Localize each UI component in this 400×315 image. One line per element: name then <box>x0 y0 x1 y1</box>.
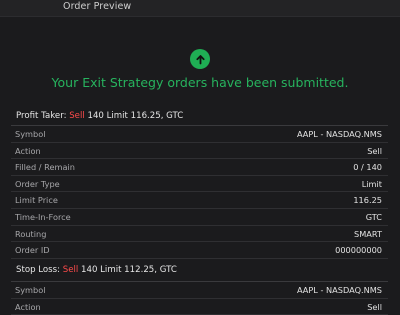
row-label: Order ID <box>15 245 50 256</box>
stop-loss-title-prefix: Stop Loss: <box>16 265 63 275</box>
row-value: Sell <box>367 145 382 156</box>
success-banner: Your Exit Strategy orders have been subm… <box>0 49 400 90</box>
profit-taker-side: Sell <box>69 111 85 121</box>
stop-loss-side: Sell <box>62 265 79 275</box>
row-value: SMART <box>354 228 382 239</box>
table-row: Routing SMART <box>11 226 388 243</box>
row-label: Filled / Remain <box>15 162 75 173</box>
row-label: Symbol <box>15 285 46 295</box>
profit-taker-table: Symbol AAPL - NASDAQ.NMS Action Sell Fil… <box>11 125 388 259</box>
table-row: Symbol AAPL - NASDAQ.NMS <box>11 126 388 143</box>
stop-loss-title: Stop Loss: Sell 140 Limit 112.25, GTC <box>16 265 177 275</box>
profit-taker-title-prefix: Profit Taker: <box>16 111 70 121</box>
row-value: 000000000 <box>335 245 382 256</box>
row-label: Time-In-Force <box>15 211 71 222</box>
table-row: Symbol AAPL - NASDAQ.NMS <box>11 282 388 299</box>
table-row: Filled / Remain 0 / 140 <box>11 159 388 176</box>
table-row: Order Type Limit <box>11 176 388 193</box>
title-bar: Order Preview <box>0 0 400 17</box>
row-value: AAPL - NASDAQ.NMS <box>296 285 382 295</box>
row-label: Routing <box>15 228 47 239</box>
row-label: Limit Price <box>15 195 58 206</box>
table-row: Limit Price 116.25 <box>11 192 388 209</box>
row-value: Limit <box>361 178 382 189</box>
row-value: GTC <box>365 211 382 222</box>
row-value: AAPL - NASDAQ.NMS <box>296 129 382 139</box>
row-label: Order Type <box>15 178 60 189</box>
stop-loss-title-suffix: 140 Limit 112.25, GTC <box>78 265 177 275</box>
row-value: 0 / 140 <box>353 162 382 173</box>
table-row: Action Sell <box>11 143 388 160</box>
arrow-up-icon <box>190 49 210 69</box>
row-label: Symbol <box>15 129 46 139</box>
table-row: Order ID 000000000 <box>11 242 388 259</box>
window-title: Order Preview <box>63 1 132 12</box>
success-message: Your Exit Strategy orders have been subm… <box>51 75 349 90</box>
stop-loss-table: Symbol AAPL - NASDAQ.NMS Action Sell <box>11 281 388 315</box>
row-label: Action <box>15 301 41 312</box>
profit-taker-title: Profit Taker: Sell 140 Limit 116.25, GTC <box>16 111 183 121</box>
table-row: Time-In-Force GTC <box>11 209 388 226</box>
row-label: Action <box>15 145 41 156</box>
profit-taker-title-suffix: 140 Limit 116.25, GTC <box>84 111 184 121</box>
row-value: 116.25 <box>353 195 382 206</box>
table-row: Action Sell <box>11 299 388 315</box>
row-value: Sell <box>367 301 382 312</box>
